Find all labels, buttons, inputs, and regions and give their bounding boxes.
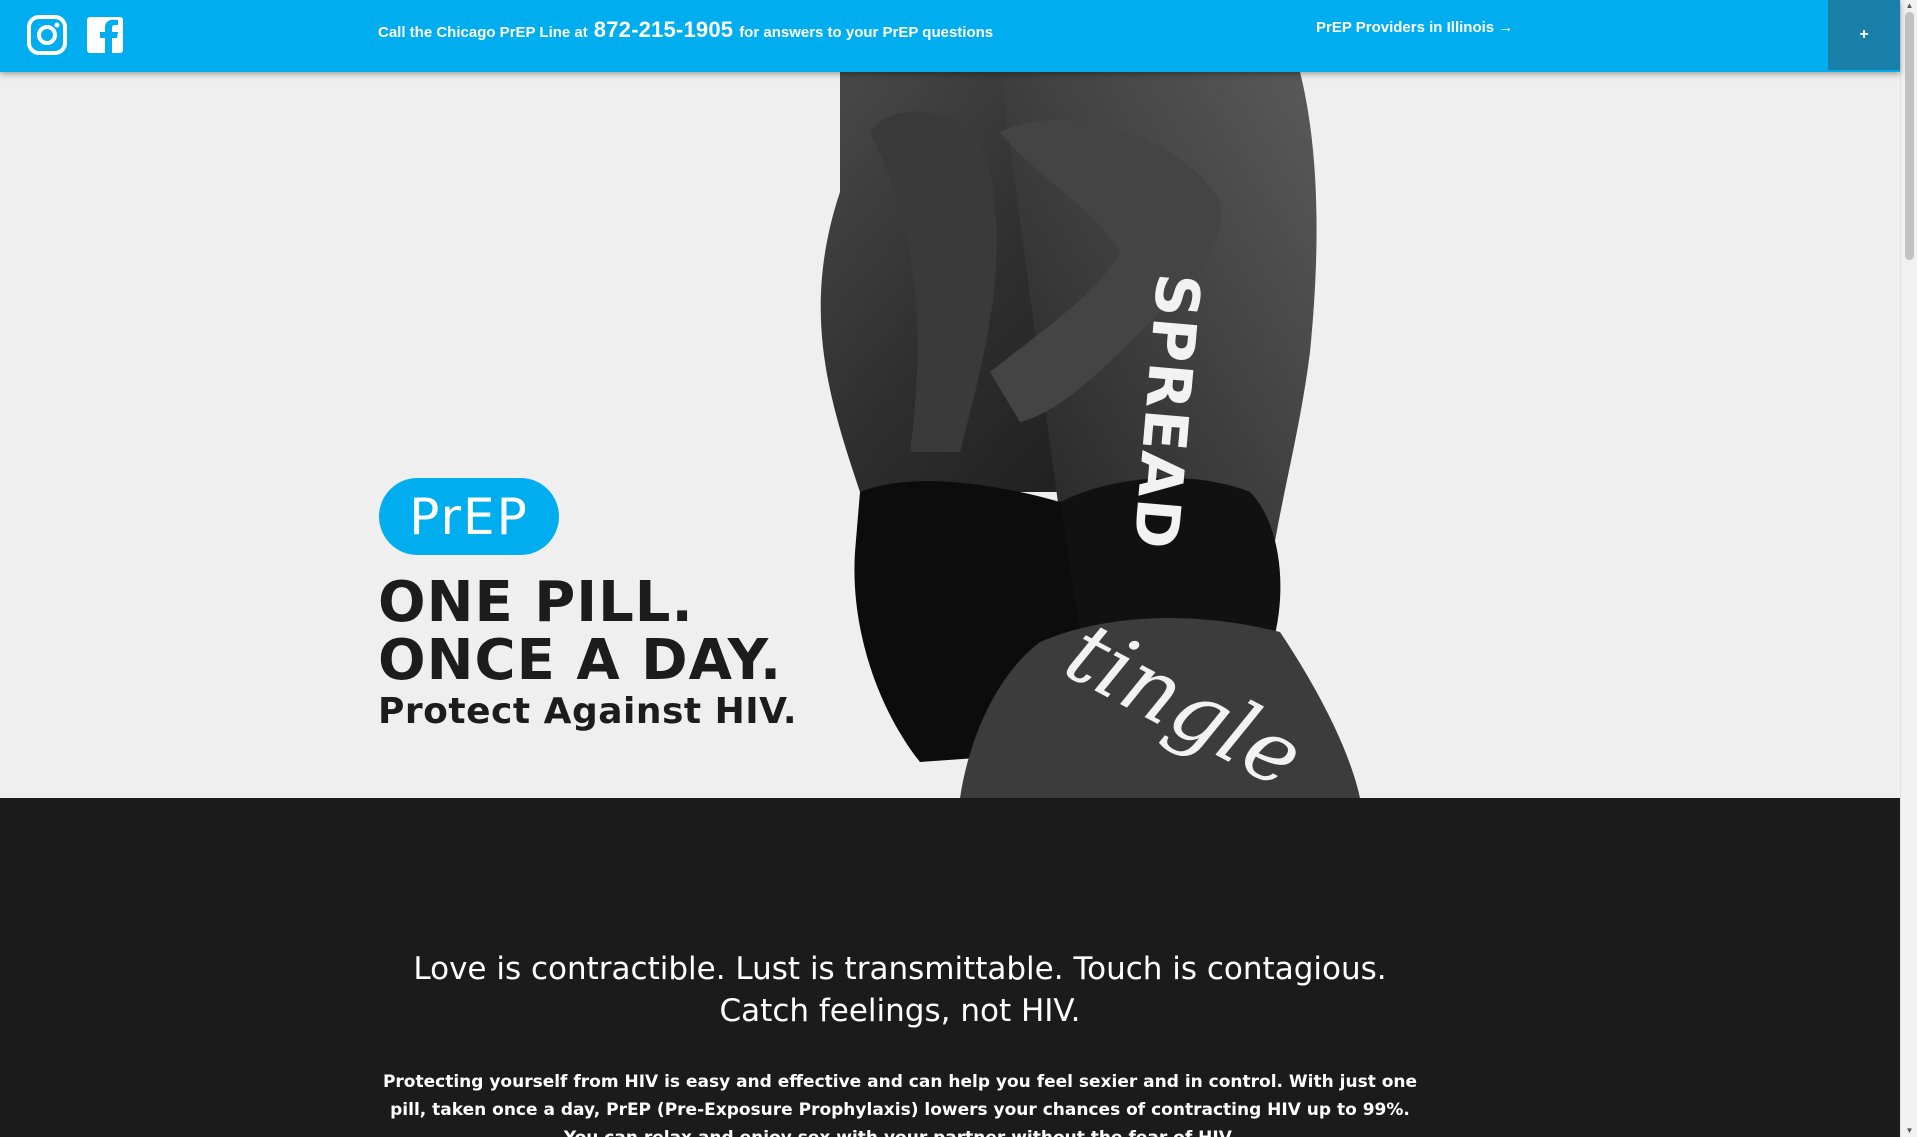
headline-line-1: ONE PILL. [378, 570, 694, 635]
providers-link[interactable]: PrEP Providers in Illinois → [1316, 19, 1513, 36]
intro-section: Love is contractible. Lust is transmitta… [0, 798, 1900, 1137]
scroll-up-arrow[interactable]: ▲ [1901, 0, 1917, 12]
scroll-thumb[interactable] [1905, 12, 1914, 260]
intro-body: Protecting yourself from HIV is easy and… [382, 1072, 1418, 1137]
prep-line-callout: Call the Chicago PrEP Line at 872-215-19… [378, 17, 993, 43]
facebook-icon[interactable] [84, 14, 126, 56]
menu-toggle-button[interactable]: + [1828, 0, 1900, 70]
headline-line-3: Protect Against HIV. [378, 691, 798, 732]
social-links [26, 14, 126, 56]
tagline-line-1: Love is contractible. Lust is transmitta… [413, 951, 1387, 987]
instagram-icon[interactable] [26, 14, 68, 56]
hero-headline: ONE PILL. ONCE A DAY. Protect Against HI… [378, 574, 797, 734]
call-suffix: for answers to your PrEP questions [739, 24, 994, 41]
phone-number-link[interactable]: 872-215-1905 [594, 17, 733, 43]
intro-tagline: Love is contractible. Lust is transmitta… [0, 948, 1800, 1032]
page-scrollbar[interactable]: ▲ ▼ [1900, 0, 1917, 1137]
headline-line-2: ONCE A DAY. [378, 628, 783, 693]
top-bar: Call the Chicago PrEP Line at 872-215-19… [0, 0, 1900, 72]
hero-photo: SPREAD tingle [820, 72, 1360, 798]
prep-logo: PrEP [379, 478, 559, 555]
tagline-line-2: Catch feelings, not HIV. [719, 993, 1081, 1029]
call-prefix: Call the Chicago PrEP Line at [378, 24, 588, 41]
scroll-down-arrow[interactable]: ▼ [1901, 1125, 1917, 1137]
hero-section: SPREAD tingle PrEP ONE PILL. ONCE A DAY.… [0, 72, 1900, 798]
